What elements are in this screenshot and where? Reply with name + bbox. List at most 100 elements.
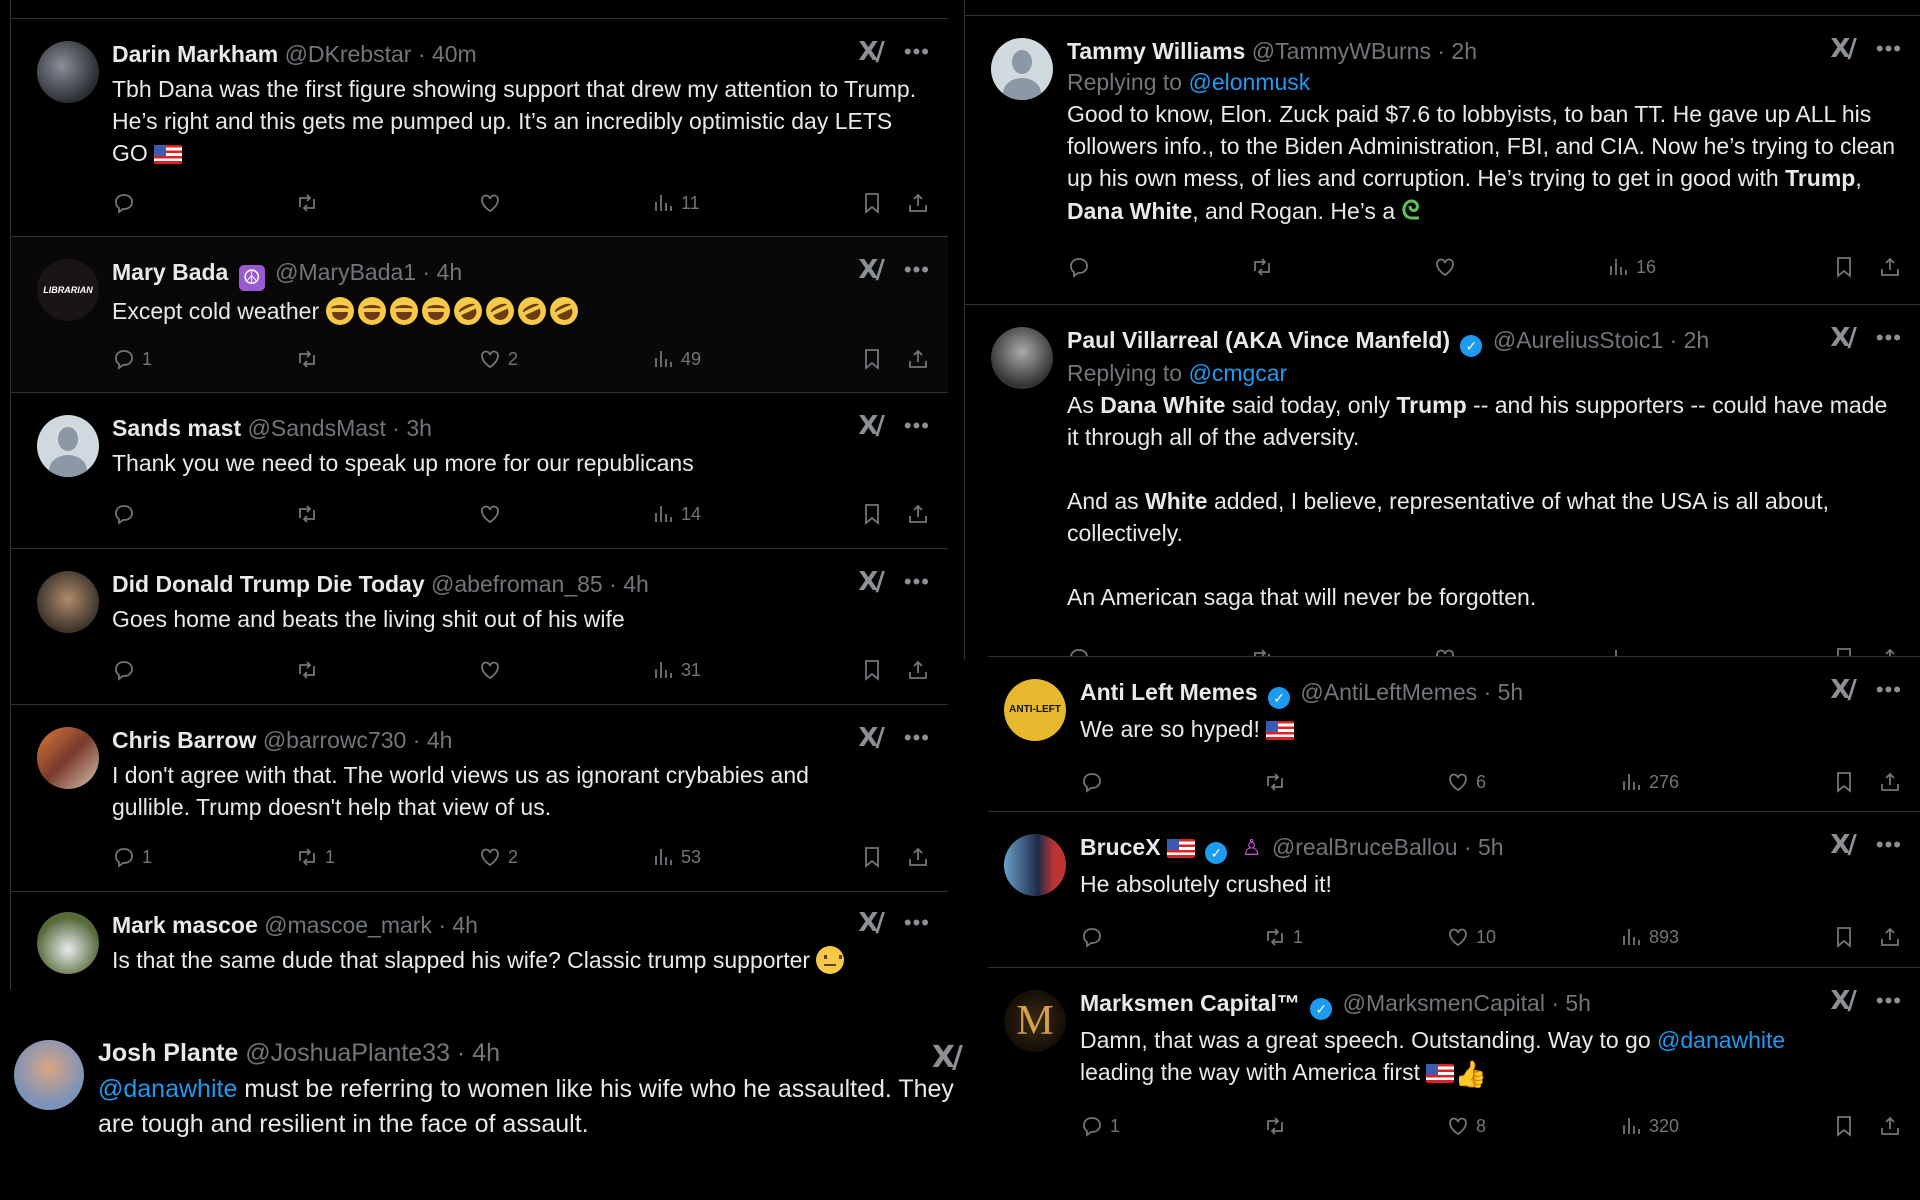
like-button[interactable]: 2 [478, 845, 651, 869]
like-button[interactable] [478, 502, 651, 526]
reply-button[interactable] [1067, 646, 1250, 656]
share-button[interactable] [1878, 255, 1902, 279]
mention-link[interactable]: @danawhite [98, 1075, 237, 1103]
grok-icon[interactable]: X/ [932, 1040, 963, 1075]
display-name[interactable]: Tammy Williams [1067, 38, 1245, 64]
share-button[interactable] [906, 191, 930, 215]
display-name[interactable]: BruceX [1080, 834, 1161, 860]
repost-button[interactable] [1263, 770, 1446, 794]
reply-button[interactable] [112, 658, 295, 682]
grok-icon[interactable]: X/ [858, 908, 884, 938]
timestamp[interactable]: 2h [1684, 327, 1710, 353]
more-icon[interactable]: ••• [904, 415, 930, 437]
repost-button[interactable]: 1 [295, 845, 478, 869]
display-name[interactable]: Sands mast [112, 415, 241, 441]
reply-button[interactable] [112, 191, 295, 215]
grok-icon[interactable]: X/ [1830, 323, 1856, 353]
share-button[interactable] [1878, 925, 1902, 949]
handle[interactable]: @AureliusStoic1 [1493, 327, 1663, 353]
views-button[interactable] [1606, 646, 1832, 656]
handle[interactable]: @DKrebstar [285, 41, 412, 67]
repost-button[interactable] [295, 502, 478, 526]
share-button[interactable] [906, 347, 930, 371]
tweet-chris-barrow[interactable]: Chris Barrow @barrowc730 · 4h I don't ag… [11, 704, 948, 891]
tweet-mark-mascoe[interactable]: Mark mascoe @mascoe_mark · 4h Is that th… [11, 891, 948, 990]
views-button[interactable]: 49 [651, 347, 860, 371]
views-button[interactable]: 53 [651, 845, 860, 869]
repost-button[interactable] [1250, 646, 1433, 656]
timestamp[interactable]: 5h [1498, 679, 1524, 705]
repost-button[interactable] [1250, 255, 1433, 279]
avatar[interactable] [37, 912, 99, 974]
more-icon[interactable]: ••• [1876, 990, 1902, 1012]
tweet-did-donald-trump-die-today[interactable]: Did Donald Trump Die Today @abefroman_85… [11, 548, 948, 704]
bookmark-button[interactable] [860, 347, 884, 371]
bookmark-button[interactable] [860, 191, 884, 215]
avatar[interactable]: LIBRARIAN [37, 259, 99, 321]
like-button[interactable]: 10 [1446, 925, 1619, 949]
reply-button[interactable]: 1 [1080, 1114, 1263, 1138]
display-name[interactable]: Josh Plante [98, 1039, 238, 1067]
display-name[interactable]: Chris Barrow [112, 727, 256, 753]
views-button[interactable]: 276 [1619, 770, 1832, 794]
tweet-tammy-williams[interactable]: Tammy Williams @TammyWBurns · 2h Replyin… [965, 15, 1920, 304]
like-button[interactable]: 6 [1446, 770, 1619, 794]
grok-icon[interactable]: X/ [858, 411, 884, 441]
display-name[interactable]: Paul Villarreal (AKA Vince Manfeld) [1067, 327, 1450, 353]
like-button[interactable] [478, 191, 651, 215]
tweet-anti-left-memes[interactable]: ANTI-LEFT MEMES Anti Left Memes ✓ @AntiL… [988, 656, 1920, 811]
grok-icon[interactable]: X/ [1830, 675, 1856, 705]
display-name[interactable]: Marksmen Capital™ [1080, 990, 1300, 1016]
like-button[interactable]: 2 [478, 347, 651, 371]
display-name[interactable]: Mary Bada [112, 259, 228, 285]
mention-link[interactable]: @danawhite [1657, 1027, 1785, 1053]
reply-button[interactable]: 1 [112, 845, 295, 869]
bookmark-button[interactable] [860, 845, 884, 869]
views-button[interactable]: 31 [651, 658, 860, 682]
views-button[interactable]: 14 [651, 502, 860, 526]
handle[interactable]: @SandsMast [248, 415, 386, 441]
bookmark-button[interactable] [860, 658, 884, 682]
display-name[interactable]: Darin Markham [112, 41, 278, 67]
handle[interactable]: @barrowc730 [263, 727, 407, 753]
reply-button[interactable] [1067, 255, 1250, 279]
timestamp[interactable]: 2h [1451, 38, 1477, 64]
reply-button[interactable]: 1 [112, 347, 295, 371]
bookmark-button[interactable] [1832, 770, 1856, 794]
handle[interactable]: @abefroman_85 [431, 571, 603, 597]
tweet-sands-mast[interactable]: Sands mast @SandsMast · 3h Thank you we … [11, 392, 948, 548]
views-button[interactable]: 11 [651, 191, 860, 215]
grok-icon[interactable]: X/ [1830, 830, 1856, 860]
display-name[interactable]: Did Donald Trump Die Today [112, 571, 425, 597]
bookmark-button[interactable] [1832, 925, 1856, 949]
timestamp[interactable]: 4h [452, 912, 478, 938]
share-button[interactable] [906, 658, 930, 682]
tweet-mary-bada[interactable]: LIBRARIAN Mary Bada ☮ @MaryBada1 · 4h Ex… [11, 236, 948, 392]
handle[interactable]: @realBruceBallou [1272, 834, 1458, 860]
default-avatar[interactable] [37, 415, 99, 477]
like-button[interactable]: 8 [1446, 1114, 1619, 1138]
avatar[interactable] [37, 727, 99, 789]
bookmark-button[interactable] [860, 502, 884, 526]
tweet-darin-markham[interactable]: Darin Markham @DKrebstar · 40m Tbh Dana … [11, 18, 948, 236]
handle[interactable]: @mascoe_mark [264, 912, 432, 938]
repost-button[interactable] [295, 347, 478, 371]
handle[interactable]: @MarksmenCapital [1343, 990, 1545, 1016]
grok-icon[interactable]: X/ [858, 567, 884, 597]
views-button[interactable]: 320 [1619, 1114, 1832, 1138]
avatar[interactable] [37, 41, 99, 103]
timestamp[interactable]: 5h [1565, 990, 1591, 1016]
handle[interactable]: @JoshuaPlante33 [245, 1039, 450, 1067]
more-icon[interactable]: ••• [1876, 834, 1902, 856]
repost-button[interactable] [1263, 1114, 1446, 1138]
timestamp[interactable]: 4h [437, 259, 463, 285]
timestamp[interactable]: 5h [1478, 834, 1504, 860]
grok-icon[interactable]: X/ [858, 255, 884, 285]
avatar[interactable] [1004, 834, 1066, 896]
reply-button[interactable] [112, 502, 295, 526]
mention-link[interactable]: @elonmusk [1188, 69, 1310, 95]
timestamp[interactable]: 3h [406, 415, 432, 441]
handle[interactable]: @AntiLeftMemes [1300, 679, 1477, 705]
tweet-marksmen-capital[interactable]: M Marksmen Capital™ ✓ @MarksmenCapital ·… [988, 967, 1920, 1200]
more-icon[interactable]: ••• [1876, 679, 1902, 701]
